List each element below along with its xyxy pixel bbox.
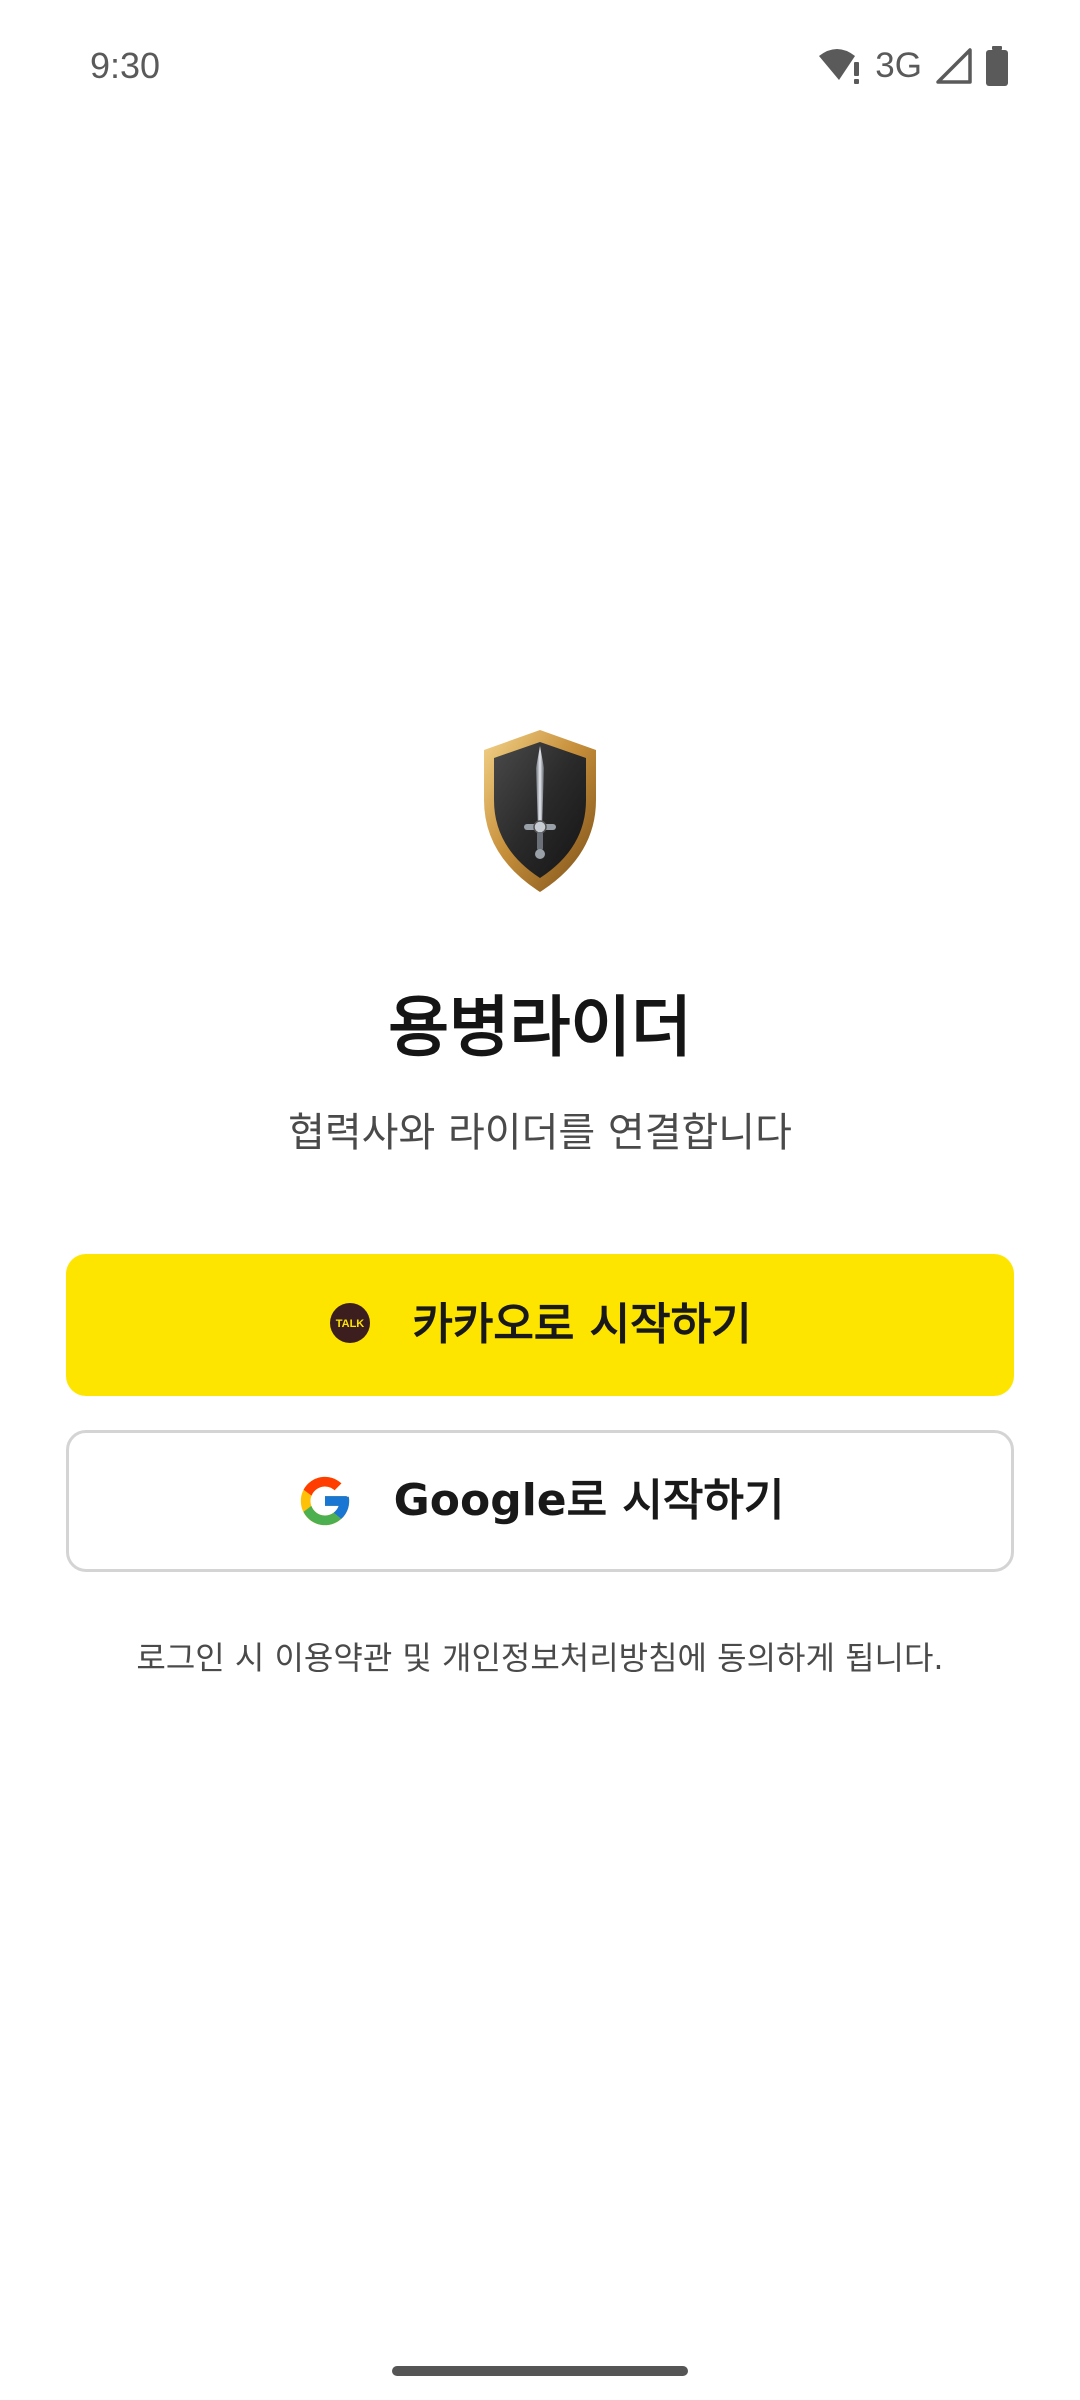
kakao-talk-icon: TALK — [328, 1303, 372, 1347]
app-subtitle: 협력사와 라이더를 연결합니다 — [288, 1110, 792, 1156]
network-type: 3G — [875, 46, 922, 85]
terms-notice: 로그인 시 이용약관 및 개인정보처리방침에 동의하게 됩니다. — [136, 1639, 944, 1677]
status-bar: 9:30 3G — [0, 0, 1080, 134]
battery-icon — [986, 46, 1008, 86]
home-indicator[interactable] — [392, 2366, 688, 2376]
kakao-login-label: 카카오로 시작하기 — [412, 1299, 752, 1350]
signal-icon — [936, 48, 972, 84]
login-screen: 9:30 3G 용병라이더 협력사와 라이더를 연결합니다 TALK 카카오로 … — [0, 0, 1080, 2400]
kakao-login-button[interactable]: TALK 카카오로 시작하기 — [66, 1254, 1014, 1396]
status-icons: 3G — [817, 44, 1008, 88]
svg-text:TALK: TALK — [336, 1318, 365, 1330]
google-g-icon — [296, 1472, 354, 1530]
google-login-label: Google로 시작하기 — [393, 1475, 785, 1526]
status-time: 9:30 — [90, 45, 161, 86]
google-login-button[interactable]: Google로 시작하기 — [66, 1430, 1014, 1572]
app-logo — [474, 728, 606, 894]
app-title: 용병라이더 — [388, 989, 692, 1066]
wifi-alert-icon — [817, 46, 861, 86]
shield-sword-icon — [484, 730, 596, 892]
